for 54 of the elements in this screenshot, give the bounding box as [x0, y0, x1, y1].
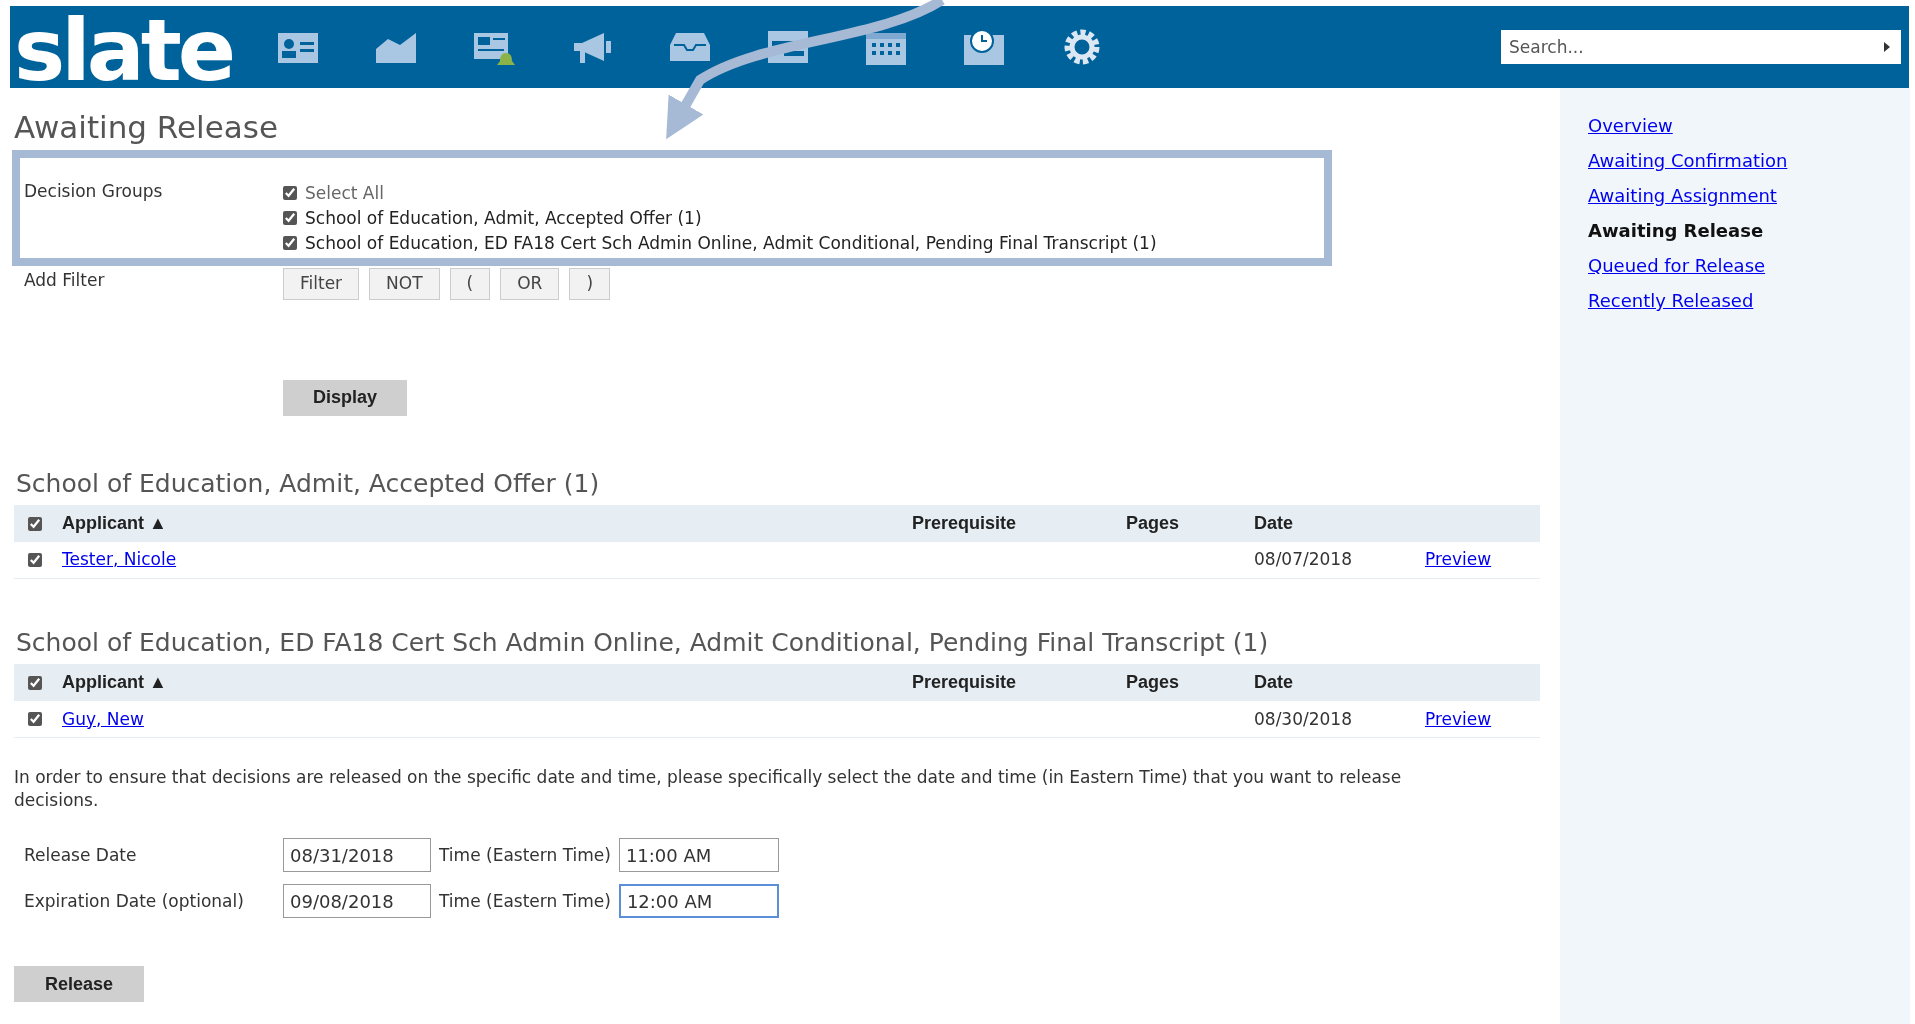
page-title: Awaiting Release: [14, 108, 279, 147]
time-field[interactable]: 12:00 AM: [618, 884, 779, 919]
field-label: Expiration Date (optional): [24, 889, 245, 913]
column-header: Date: [1254, 671, 1293, 695]
search-field[interactable]: Search...: [1501, 30, 1901, 64]
sidebar-link[interactable]: Awaiting Confirmation: [1588, 147, 1788, 174]
notice-text: In order to ensure that decisions are released on the specific date and time, please specifically select the date and time (in Eastern Time) that you want to release decisions.: [14, 766, 1403, 813]
field-label: Add Filter: [24, 268, 106, 292]
sidebar-link[interactable]: Queued for Release: [1588, 252, 1766, 279]
select-all-label: Select All: [305, 181, 384, 205]
checkbox[interactable]: [28, 553, 42, 567]
option-label: School of Education, Admit, Accepted Offer (1): [305, 206, 702, 230]
date-field[interactable]: 09/08/2018: [283, 884, 431, 919]
preview-link[interactable]: Preview: [1425, 706, 1492, 732]
checkbox[interactable]: [28, 516, 42, 531]
checkbox[interactable]: [28, 712, 42, 727]
time-field[interactable]: 11:00 AM: [618, 838, 779, 873]
table-cell-text: 08/30/2018: [1254, 707, 1352, 731]
column-header: Date: [1254, 512, 1293, 535]
checkbox[interactable]: [283, 211, 297, 226]
logo[interactable]: slate: [14, 7, 233, 93]
section-title: School of Education, Admit, Accepted Offer (1): [15, 467, 601, 499]
display-button[interactable]: Display: [283, 379, 407, 416]
field-label: Time (Eastern Time): [439, 889, 611, 913]
sidebar-link[interactable]: Recently Released: [1588, 287, 1754, 314]
column-header[interactable]: Applicant ▲: [62, 669, 167, 697]
field-label: Release Date: [24, 843, 138, 867]
filter-button[interactable]: NOT: [369, 267, 440, 300]
column-header: Pages: [1126, 671, 1180, 695]
checkbox[interactable]: [28, 675, 42, 690]
table-cell-text: 08/07/2018: [1254, 548, 1352, 572]
column-header: Pages: [1126, 512, 1180, 535]
arrow-icon: [1883, 41, 1891, 53]
field-label: Decision Groups: [24, 179, 164, 203]
column-header: Prerequisite: [912, 512, 1017, 535]
filter-button[interactable]: Filter: [283, 267, 360, 300]
filter-button[interactable]: OR: [500, 267, 560, 300]
checkbox[interactable]: [283, 236, 297, 251]
column-header[interactable]: Applicant ▲: [62, 510, 167, 537]
release-button[interactable]: Release: [14, 966, 144, 1003]
sidebar-link[interactable]: Awaiting Release: [1588, 217, 1764, 244]
applicant-link[interactable]: Tester, Nicole: [62, 547, 177, 573]
section-title: School of Education, ED FA18 Cert Sch Admin Online, Admit Conditional, Pending Final Transcript (1): [15, 627, 1270, 659]
filter-button[interactable]: ): [569, 267, 611, 300]
checkbox[interactable]: [283, 186, 297, 201]
field-label: Time (Eastern Time): [439, 843, 611, 867]
filter-button[interactable]: (: [449, 267, 491, 300]
column-header: Prerequisite: [912, 671, 1017, 695]
applicant-link[interactable]: Guy, New: [62, 706, 144, 732]
sidebar-link[interactable]: Awaiting Assignment: [1588, 182, 1777, 209]
option-label: School of Education, ED FA18 Cert Sch Admin Online, Admit Conditional, Pending Final Transcript (1): [305, 231, 1157, 255]
date-field[interactable]: 08/31/2018: [283, 838, 431, 873]
sidebar-link[interactable]: Overview: [1588, 112, 1673, 139]
preview-link[interactable]: Preview: [1425, 547, 1492, 573]
